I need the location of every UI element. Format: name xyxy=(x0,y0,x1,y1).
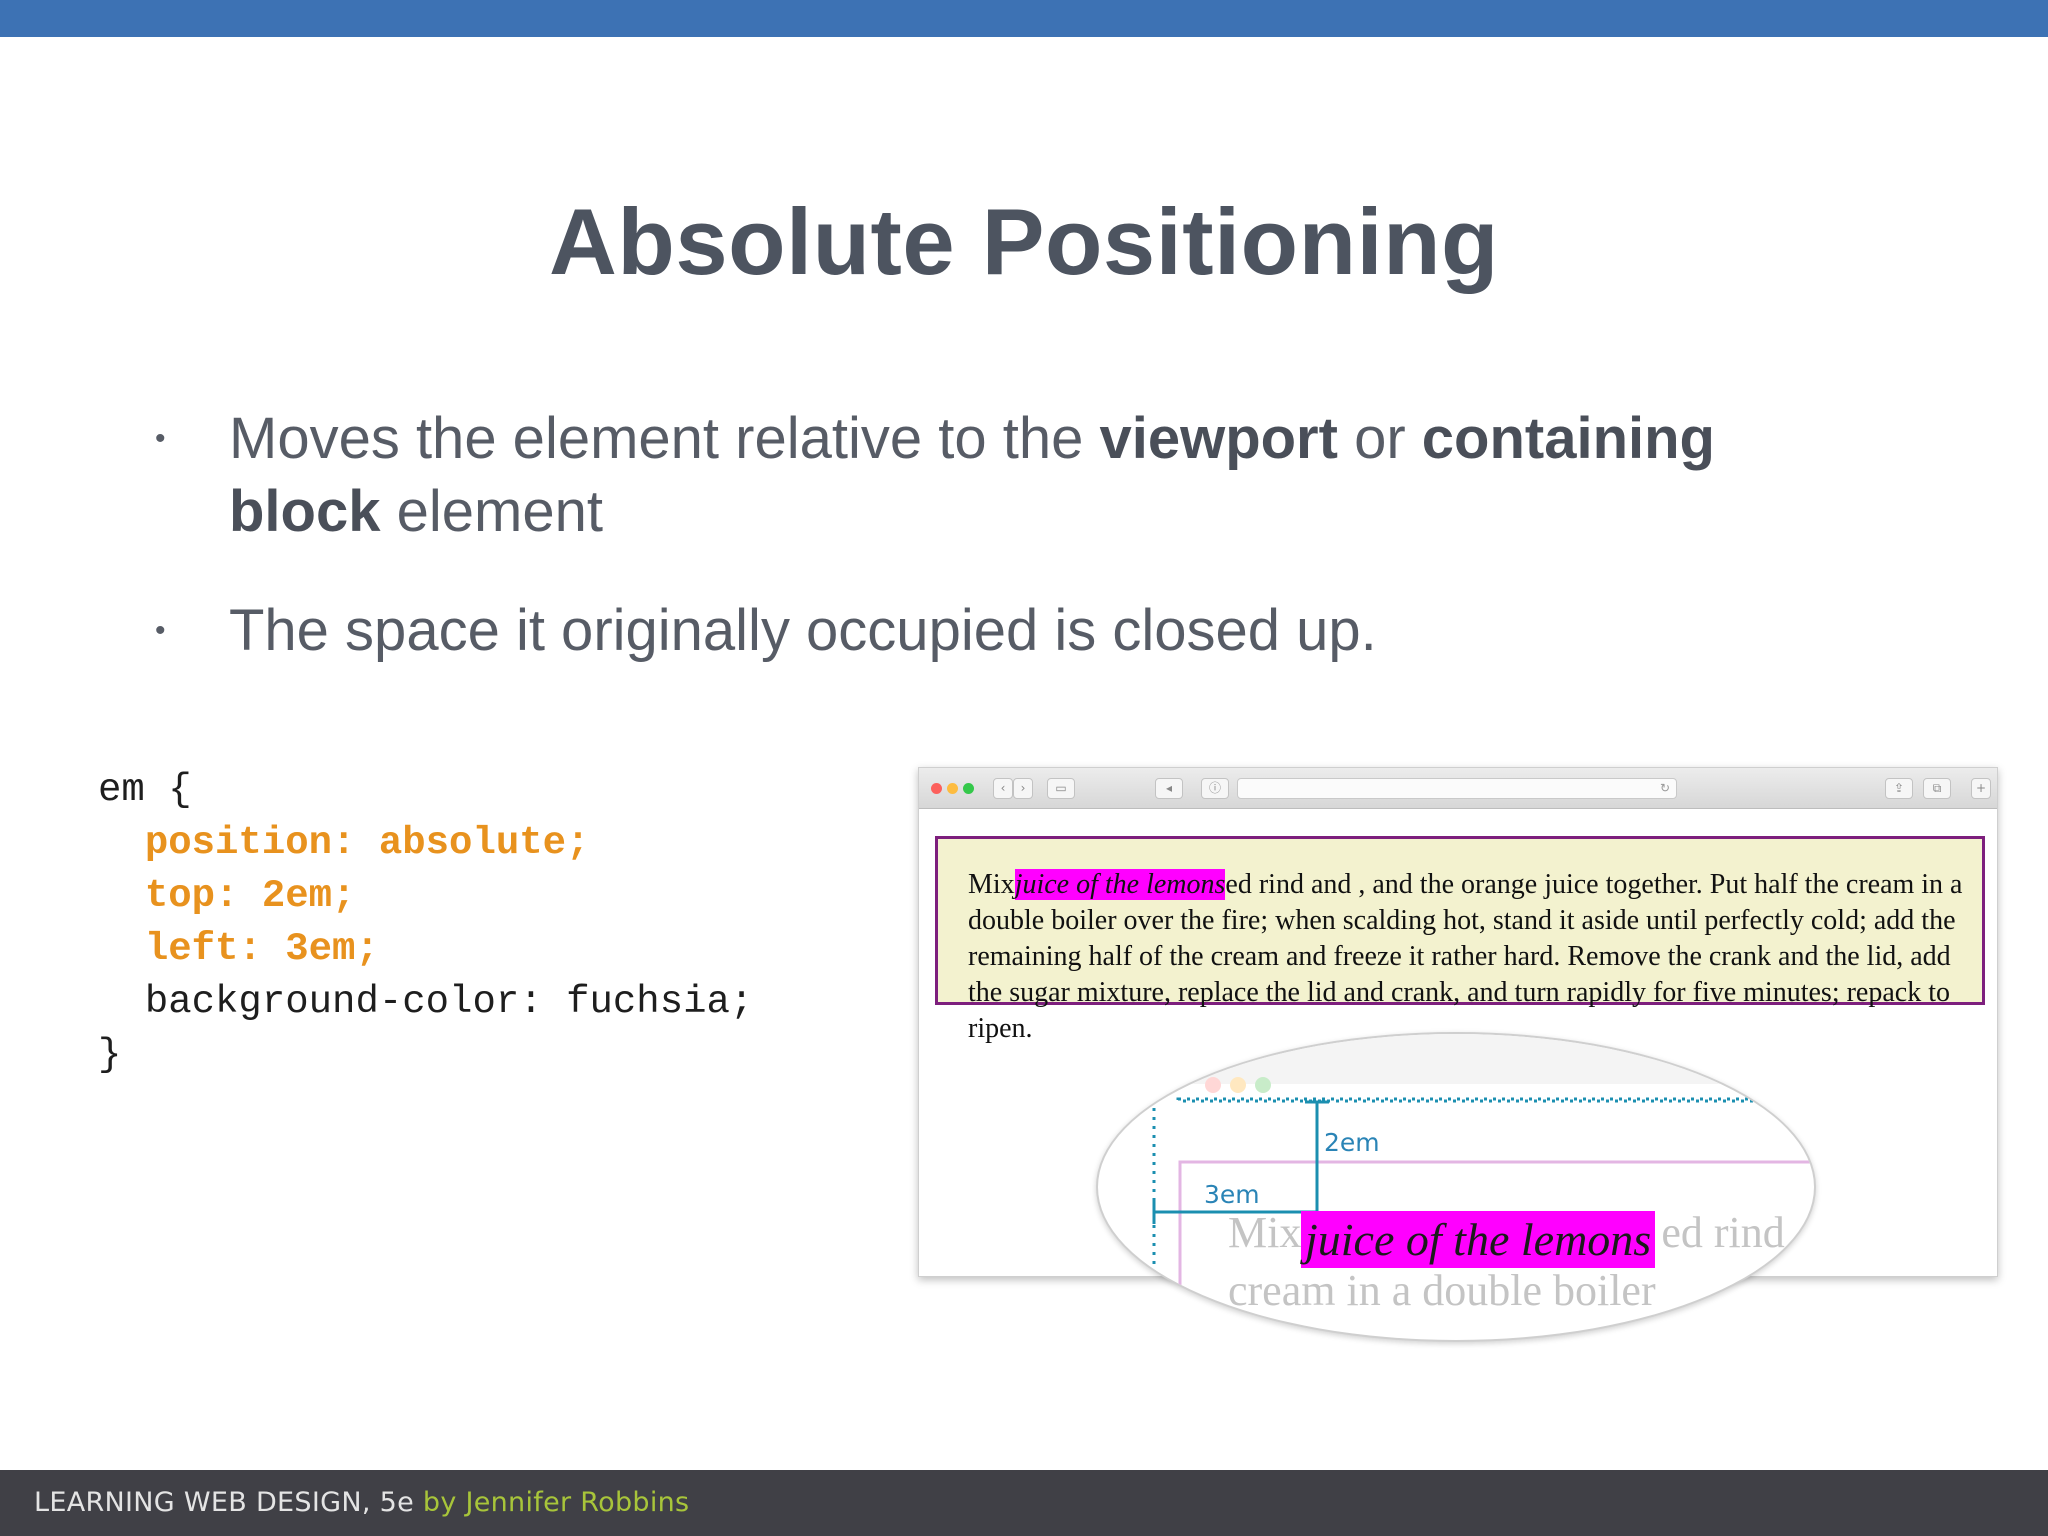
tabs-icon: ⧉ xyxy=(1923,778,1951,799)
lens-dotted-top-edge xyxy=(1176,1097,1814,1103)
address-bar: ↻ xyxy=(1237,778,1677,799)
code-line-background: background-color: fuchsia; xyxy=(144,980,754,1024)
forward-icon: › xyxy=(1013,778,1033,799)
close-dot-icon xyxy=(931,783,942,794)
info-icon: ⓘ xyxy=(1201,778,1229,799)
code-selector: em { xyxy=(98,768,192,812)
bullet-text: The space it originally occupied is clos… xyxy=(229,598,1377,663)
recipe-paragraph: Mixjuice of the lemonsed rind and , and … xyxy=(968,867,1963,1047)
zoom-lens: Mix ed rind cream in a double boiler juice… xyxy=(1096,1032,1816,1342)
code-line-left: left: 3em; xyxy=(144,927,379,971)
top-accent-bar xyxy=(0,0,2048,37)
lens-para-end: ed rind xyxy=(1661,1208,1785,1257)
lens-minimize-dot-icon xyxy=(1230,1077,1246,1093)
code-line-top: top: 2em; xyxy=(144,874,356,918)
code-closing-brace: } xyxy=(98,1033,122,1077)
footer-book-title: LEARNING WEB DESIGN, 5e xyxy=(34,1487,414,1518)
left-offset-label: 3em xyxy=(1204,1180,1260,1209)
para-start-text: Mix xyxy=(968,869,1015,900)
bullet-dot-icon: • xyxy=(155,422,166,455)
footer-credit: LEARNING WEB DESIGN, 5e by Jennifer Robb… xyxy=(34,1487,689,1518)
bullet-bold-viewport: viewport xyxy=(1099,406,1338,471)
em-highlight: juice of the lemons xyxy=(1014,869,1226,900)
footer-author: by Jennifer Robbins xyxy=(422,1487,690,1518)
bullet-list: • Moves the element relative to the view… xyxy=(155,402,1855,667)
bullet-item: • Moves the element relative to the view… xyxy=(155,402,1855,548)
lens-para-line2: cream in a double boiler xyxy=(1228,1266,1656,1315)
bullet-item: • The space it originally occupied is cl… xyxy=(155,594,1855,667)
lens-close-dot-icon xyxy=(1205,1077,1221,1093)
lens-faded-toolbar xyxy=(1098,1034,1814,1084)
browser-toolbar: ‹ › ▭ ◂ ⓘ ↻ ⇪ ⧉ + xyxy=(919,768,1997,809)
bullet-text: element xyxy=(380,479,603,544)
share-icon: ◂ xyxy=(1155,778,1183,799)
bullet-text: or xyxy=(1337,406,1422,471)
code-line-position: position: absolute; xyxy=(144,821,590,865)
minimize-dot-icon xyxy=(947,783,958,794)
lens-para-start: Mix xyxy=(1228,1208,1302,1257)
bullet-dot-icon: • xyxy=(155,614,166,647)
sidebar-icon: ▭ xyxy=(1047,778,1075,799)
upload-icon: ⇪ xyxy=(1885,778,1913,799)
lens-em-highlight: juice of the lemons xyxy=(1301,1211,1656,1268)
bullet-text: Moves the element relative to the xyxy=(229,406,1100,471)
css-code-block: em { position: absolute; top: 2em; left:… xyxy=(98,764,753,1082)
slide-title: Absolute Positioning xyxy=(549,189,1499,294)
back-icon: ‹ xyxy=(993,778,1013,799)
lens-zoom-dot-icon xyxy=(1255,1077,1271,1093)
new-tab-icon: + xyxy=(1971,778,1991,799)
paragraph-box: Mixjuice of the lemonsed rind and , and … xyxy=(935,836,1985,1044)
slide-footer: LEARNING WEB DESIGN, 5e by Jennifer Robb… xyxy=(0,1470,2048,1536)
top-offset-label: 2em xyxy=(1324,1128,1380,1157)
zoom-dot-icon xyxy=(963,783,974,794)
reload-icon: ↻ xyxy=(1659,781,1670,795)
